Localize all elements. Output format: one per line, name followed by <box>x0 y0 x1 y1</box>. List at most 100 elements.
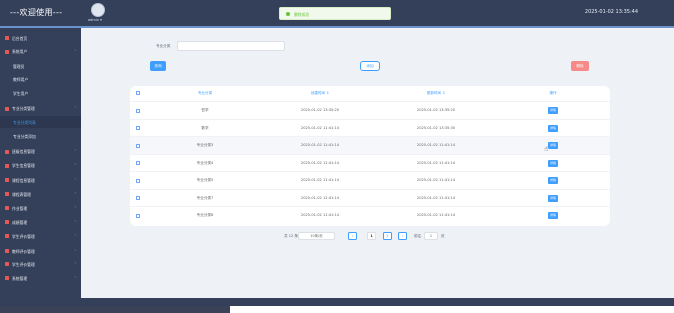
sidebar-item[interactable]: 系统管理 ⌃ <box>0 272 81 284</box>
sidebar-item[interactable]: 作业管理 ⌃ <box>0 202 81 214</box>
user-name-dropdown[interactable]: admin ▾ <box>88 18 102 22</box>
sidebar-item[interactable]: 学生信息管理 ⌃ <box>0 160 81 172</box>
sidebar-item-label: 学生用户 <box>13 90 29 96</box>
row-checkbox[interactable] <box>136 178 140 183</box>
table-row[interactable]: 专业分类8 2025-01-02 11:41:14 2025-01-02 11:41… <box>130 206 610 224</box>
row-checkbox[interactable] <box>136 196 140 200</box>
sidebar-item[interactable]: 课程表管理 ⌃ <box>0 188 81 200</box>
chevron-icon: ⌃ <box>74 149 77 153</box>
sidebar-item[interactable]: 后台首页 <box>0 32 81 44</box>
cell-updated-time: 2025-01-02 11:41:14 <box>416 195 456 200</box>
row-checkbox[interactable] <box>136 213 140 218</box>
chevron-icon: ⌃ <box>74 191 77 196</box>
hand-cursor-icon: ☝ <box>544 145 549 153</box>
cell-updated-time: 2025-01-02 13:35:20 <box>416 108 456 112</box>
table-row[interactable]: 哲学 2025-01-02 13:35:20 2025-01-02 13:35:20… <box>130 101 610 119</box>
row-checkbox[interactable] <box>136 126 140 130</box>
page-1-button[interactable]: 1 <box>367 232 376 240</box>
cell-created-time: 2025-01-02 11:41:14 <box>300 178 340 182</box>
detail-button[interactable]: 详情 <box>548 107 558 114</box>
chevron-icon: ⌃ <box>74 219 77 224</box>
data-table: 专业分类 创建时间 ↕ 更新时间 ↕ 操作 哲学 2025-01-02 13:35… <box>130 86 610 226</box>
sidebar-item-label: 教师评价管理 <box>12 248 35 254</box>
row-checkbox[interactable] <box>136 161 140 165</box>
goto-prefix: 前往 <box>414 233 422 238</box>
query-button[interactable]: 查询 <box>150 61 166 71</box>
sidebar-item-label: 专业分类列表 <box>13 119 36 125</box>
sidebar-item[interactable]: 课程信息管理 ⌃ <box>0 174 81 186</box>
sidebar-item[interactable]: 班级信息管理 ⌃ <box>0 146 81 158</box>
sidebar-item[interactable]: 成绩管理 ⌃ <box>0 216 81 228</box>
sidebar-item[interactable]: 专业分类管理 ⌃ <box>0 103 81 115</box>
chevron-icon: ⌃ <box>74 49 77 53</box>
column-header-created[interactable]: 创建时间 ↕ <box>311 91 330 96</box>
cell-updated-time: 2025-01-02 13:35:35 <box>416 125 456 130</box>
menu-icon <box>5 276 9 280</box>
sidebar-item[interactable]: 学生评价管理 ⌃ <box>0 258 81 270</box>
detail-button[interactable]: 详情 <box>548 142 558 149</box>
chevron-icon: ⌃ <box>74 261 77 266</box>
cell-created-time: 2025-01-02 11:41:14 <box>300 160 340 165</box>
select-all-checkbox[interactable] <box>136 91 140 95</box>
batch-delete-button[interactable]: 删除 <box>571 61 589 71</box>
sidebar-item-label: 管理员 <box>13 63 25 69</box>
sidebar-item-label: 课程信息管理 <box>12 177 35 183</box>
sidebar-item[interactable]: 学生用户 <box>0 87 81 99</box>
browser-status-strip <box>0 306 230 313</box>
page-2-button[interactable]: 2 <box>383 232 392 240</box>
menu-icon <box>5 49 9 54</box>
cell-created-time: 2025-01-02 13:35:20 <box>300 108 340 112</box>
sidebar-item-label: 专业分类管理 <box>12 106 35 111</box>
cell-created-time: 2025-01-02 11:41:14 <box>300 195 340 200</box>
cell-category: 数学 <box>201 125 209 130</box>
app-brand-title: ---欢迎使用--- <box>10 8 63 17</box>
sidebar-item[interactable]: 专业分类列表 <box>0 116 81 128</box>
sidebar-item-label: 班级信息管理 <box>12 149 35 154</box>
sidebar-menu: 后台首页 系统用户 ⌃ 管理员 教师用户 学生用户 专业分类管理 ⌃ 专业分类列表 专业分类添加班… <box>0 28 81 306</box>
success-check-icon <box>286 12 290 16</box>
menu-icon <box>5 106 9 111</box>
table-row[interactable]: 专业分类5 2025-01-02 11:41:14 2025-01-02 11:41… <box>130 171 610 189</box>
sidebar-item[interactable]: 系统用户 ⌃ <box>0 46 81 58</box>
menu-icon <box>5 178 9 182</box>
page-size-select[interactable]: 10条/页 <box>298 232 335 240</box>
current-datetime: 2025-01-02 13:35:44 <box>584 9 638 15</box>
chevron-icon: ⌃ <box>74 275 77 280</box>
chevron-icon: ⌃ <box>74 106 77 110</box>
sidebar-item-label: 学生评价管理 <box>12 261 35 267</box>
success-toast: 删除成功 <box>279 7 391 20</box>
goto-page-input[interactable]: 1 <box>424 232 438 240</box>
sidebar-item-label: 专业分类添加 <box>13 133 36 139</box>
detail-button[interactable]: 详情 <box>548 194 558 202</box>
table-row[interactable]: 专业分类7 2025-01-02 11:41:14 2025-01-02 11:41… <box>130 188 610 207</box>
sidebar-item[interactable]: 管理员 <box>0 60 81 72</box>
next-page-button[interactable]: › <box>398 232 407 240</box>
sidebar-item[interactable]: 专业分类添加 <box>0 130 81 142</box>
detail-button[interactable]: 详情 <box>548 212 558 219</box>
row-checkbox[interactable] <box>136 108 140 113</box>
detail-button[interactable]: 详情 <box>548 124 558 132</box>
sidebar-item[interactable]: 教师评价管理 ⌃ <box>0 245 81 257</box>
table-row[interactable]: 专业分类4 2025-01-02 11:41:14 2025-01-02 11:41… <box>130 153 610 172</box>
cell-category: 专业分类7 <box>196 195 214 200</box>
user-avatar[interactable] <box>91 3 105 17</box>
column-header-category[interactable]: 专业分类 <box>198 91 212 96</box>
sidebar-item[interactable]: 教师用户 <box>0 74 81 86</box>
table-row[interactable]: 数学 2025-01-02 11:41:14 2025-01-02 13:35:35… <box>130 118 610 137</box>
sidebar-item-label: 作业管理 <box>12 205 28 211</box>
search-input[interactable] <box>177 41 285 51</box>
detail-button[interactable]: 详情 <box>548 159 558 167</box>
cell-updated-time: 2025-01-02 11:41:14 <box>416 160 456 165</box>
table-row[interactable]: 专业分类3 2025-01-02 11:41:14 2025-01-02 11:41… <box>130 136 610 154</box>
chevron-icon: ⌃ <box>74 248 77 253</box>
detail-button[interactable]: 详情 <box>548 177 558 184</box>
add-button[interactable]: 添加 <box>360 61 380 71</box>
menu-icon <box>5 220 9 224</box>
cell-category: 专业分类3 <box>196 143 214 147</box>
footer-bar <box>0 298 674 306</box>
prev-page-button[interactable]: ‹ <box>348 232 357 240</box>
cell-category: 专业分类5 <box>196 178 214 182</box>
column-header-updated[interactable]: 更新时间 ↕ <box>427 91 446 96</box>
menu-icon <box>5 192 9 196</box>
row-checkbox[interactable] <box>136 143 140 148</box>
